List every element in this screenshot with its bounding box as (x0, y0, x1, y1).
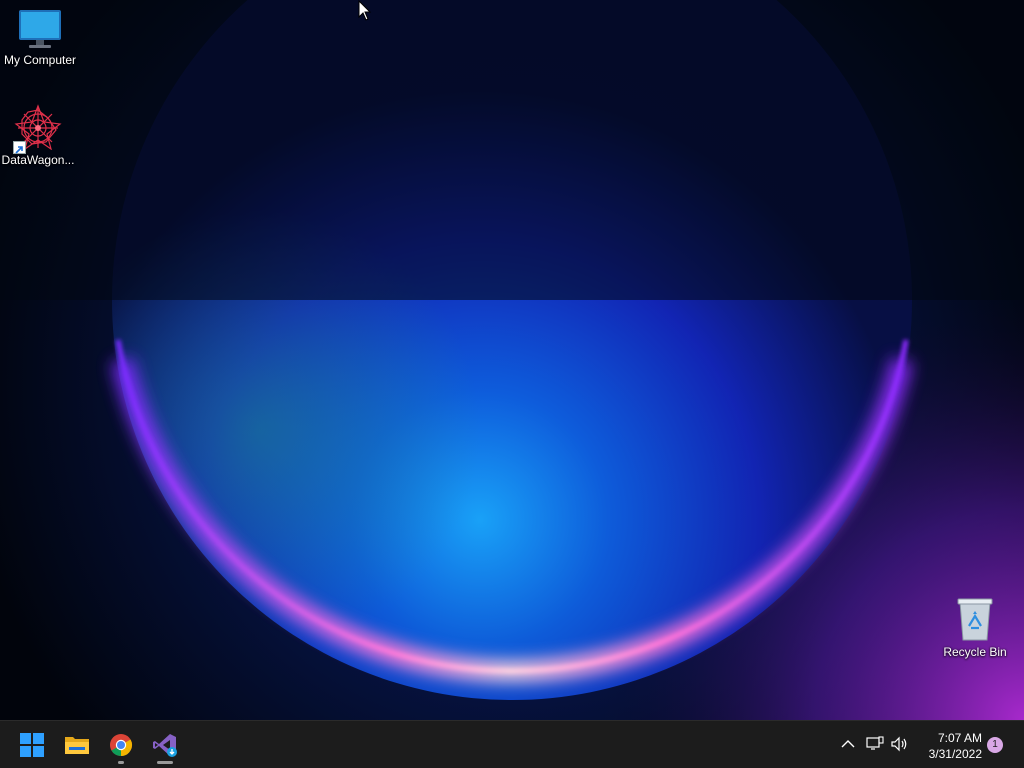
clock-time: 7:07 AM (937, 731, 982, 745)
recycle-bin-icon (957, 598, 993, 641)
show-hidden-icons-button[interactable] (837, 733, 859, 755)
chevron-up-icon (841, 740, 855, 748)
desktop-icon-my-computer[interactable]: My Computer (0, 8, 80, 68)
windows-start-icon (20, 733, 44, 757)
running-indicator (118, 761, 124, 764)
shortcut-arrow-icon (13, 141, 26, 154)
folder-icon (65, 737, 89, 754)
desktop-icon-label: My Computer (3, 53, 77, 67)
desktop-icon-label: Recycle Bin (943, 645, 1007, 659)
start-button[interactable] (12, 725, 52, 765)
network-status-button[interactable] (864, 733, 886, 755)
taskbar-chrome-button[interactable] (101, 725, 141, 765)
visual-studio-icon (153, 734, 177, 757)
network-icon (866, 736, 884, 750)
taskbar-clock[interactable]: 7:07 AM 3/31/2022 (916, 730, 982, 762)
running-indicator (157, 761, 173, 764)
taskbar-file-explorer-button[interactable] (57, 725, 97, 765)
wallpaper (0, 0, 1024, 720)
volume-icon (891, 736, 907, 752)
desktop-icon-label: DataWagon... (1, 153, 75, 167)
desktop-icon-recycle-bin[interactable]: Recycle Bin (935, 596, 1015, 660)
monitor-icon (19, 10, 61, 48)
chrome-icon (110, 734, 132, 756)
volume-button[interactable] (889, 733, 911, 755)
mouse-cursor-icon (358, 0, 372, 21)
taskbar-visual-studio-button[interactable] (145, 725, 185, 765)
desktop[interactable]: My Computer DataWagon... Recycle Bin (0, 0, 1024, 720)
clock-date: 3/31/2022 (928, 747, 982, 761)
desktop-icon-datawagon[interactable]: DataWagon... (0, 104, 78, 168)
taskbar: 7:07 AM 3/31/2022 1 (0, 720, 1024, 768)
notification-badge[interactable]: 1 (987, 737, 1003, 753)
